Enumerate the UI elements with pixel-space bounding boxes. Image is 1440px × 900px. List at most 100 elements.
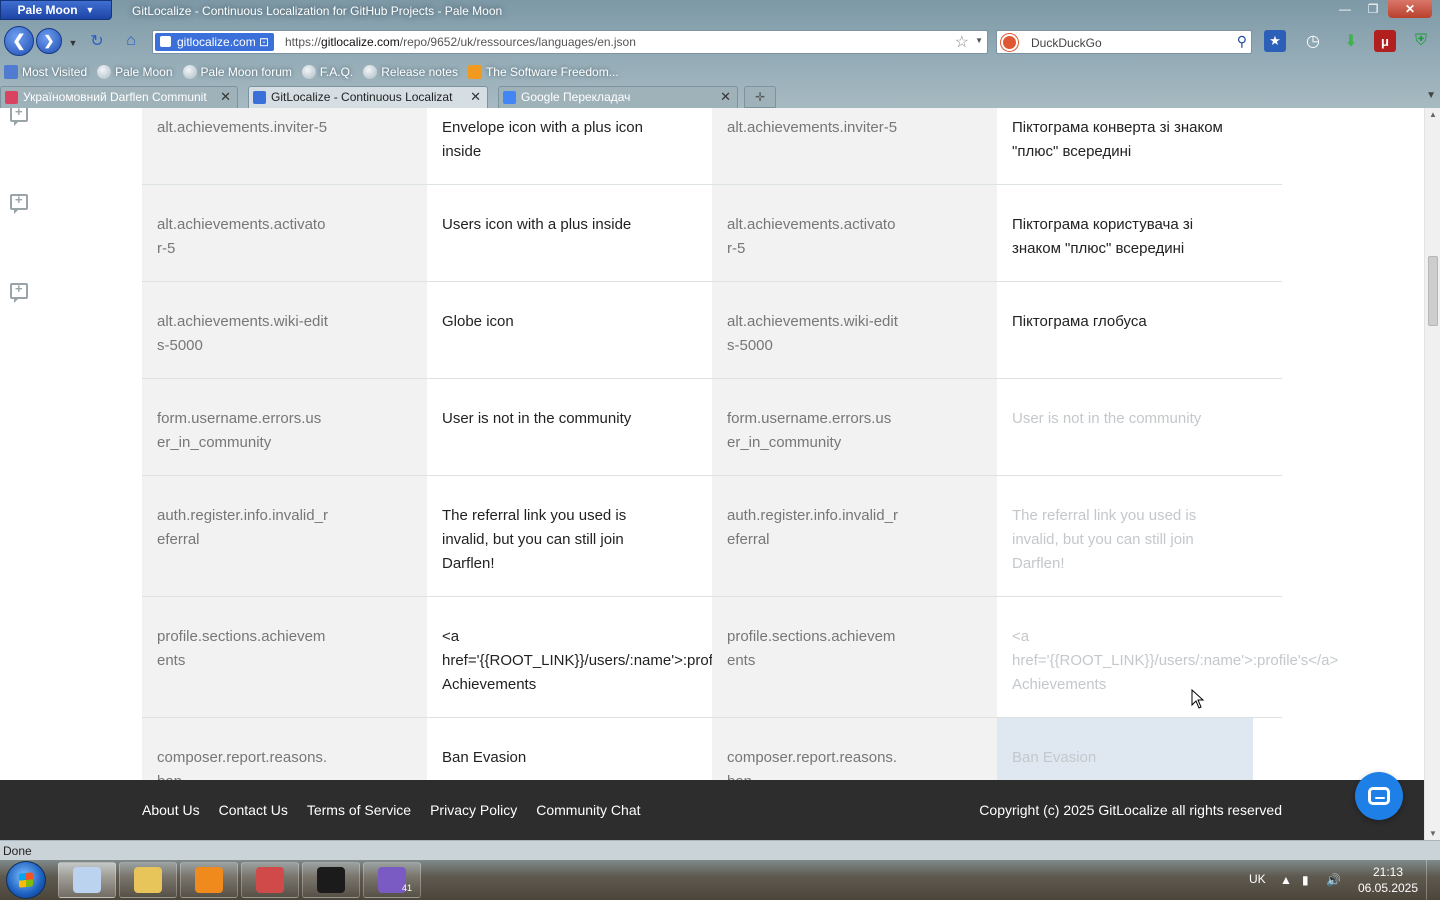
shield-icon[interactable]: ⛨: [1410, 30, 1432, 52]
url-path: /repo/9652/uk/ressources/languages/en.js…: [399, 35, 636, 49]
url-text[interactable]: https://gitlocalize.com/repo/9652/uk/res…: [285, 35, 636, 49]
network-icon[interactable]: ▮: [1302, 873, 1309, 887]
arrow-left-icon: ❮: [12, 33, 26, 50]
string-key-cell: form.username.errors.user_in_community: [712, 379, 997, 475]
translation-text-cell[interactable]: The referral link you used is invalid, b…: [997, 476, 1282, 596]
scroll-up-icon[interactable]: ▲: [1429, 110, 1437, 119]
translation-text-cell[interactable]: Піктограма глобуса: [997, 282, 1282, 378]
pale-moon-icon: [97, 65, 112, 79]
taskbar-app-moon-app[interactable]: 41: [363, 862, 421, 898]
arrow-right-icon: ❯: [43, 33, 55, 48]
translation-text-cell[interactable]: Піктограма користувача зі знаком "плюс" …: [997, 185, 1282, 281]
page-content: alt.achievements.inviter-5 Envelope icon …: [0, 108, 1424, 780]
minimize-button[interactable]: —: [1332, 0, 1358, 18]
home-icon[interactable]: ⌂: [120, 30, 142, 52]
bookmarks-star-icon[interactable]: ★: [1264, 30, 1286, 52]
string-key-cell: alt.achievements.inviter-5: [712, 108, 997, 184]
duckduckgo-icon[interactable]: [1001, 34, 1018, 51]
download-icon[interactable]: ⬇: [1340, 30, 1362, 52]
add-comment-icon[interactable]: [10, 281, 28, 303]
translation-text-cell[interactable]: Піктограма конверта зі знаком "плюс" все…: [997, 108, 1282, 184]
volume-icon[interactable]: 🔊: [1326, 873, 1341, 887]
close-window-button[interactable]: ✕: [1388, 0, 1432, 18]
tab-list-dropdown-icon[interactable]: ▼: [1426, 90, 1436, 101]
language-indicator[interactable]: UK: [1249, 872, 1266, 886]
reload-icon[interactable]: ↻: [86, 30, 108, 52]
scroll-down-icon[interactable]: ▼: [1429, 829, 1437, 838]
pale-moon-icon: [363, 65, 378, 79]
history-dropdown-icon[interactable]: ▼: [62, 32, 84, 54]
mouse-cursor-icon: [1191, 689, 1205, 709]
history-clock-icon[interactable]: ◷: [1302, 30, 1324, 52]
page-scrollbar[interactable]: ▲ ▼: [1424, 108, 1440, 840]
taskbar-app-media-player[interactable]: [180, 862, 238, 898]
forward-button[interactable]: ❯: [36, 28, 62, 54]
translation-text-cell[interactable]: User is not in the community: [997, 379, 1282, 475]
footer-links: About Us Contact Us Terms of Service Pri…: [142, 802, 641, 818]
bookmark-pale-moon[interactable]: Pale Moon: [97, 65, 173, 79]
url-domain: gitlocalize.com: [321, 35, 400, 49]
footer-link-about[interactable]: About Us: [142, 802, 200, 818]
back-button[interactable]: ❮: [4, 26, 34, 56]
file-explorer-icon: [134, 867, 162, 893]
string-key: auth.register.info.invalid_referral: [727, 507, 898, 548]
translation-text-cell[interactable]: <a href='{{ROOT_LINK}}/users/:name'>:pro…: [997, 597, 1338, 717]
footer-link-contact[interactable]: Contact Us: [219, 802, 288, 818]
taskbar-app-text-editor[interactable]: [302, 862, 360, 898]
bookmark-release-notes[interactable]: Release notes: [363, 65, 458, 79]
string-key-cell: alt.achievements.inviter-5: [142, 108, 427, 184]
source-text: User is not in the community: [442, 410, 632, 427]
navigation-bar: ❮ ❯ ▼ ↻ ⌂ gitlocalize.com ⊡ https://gitl…: [0, 26, 1440, 58]
taskbar-app-installer[interactable]: [241, 862, 299, 898]
table-row: alt.achievements.wiki-edits-5000 Globe ic…: [142, 282, 1282, 379]
app-menu-button[interactable]: Pale Moon ▼: [0, 0, 112, 20]
close-tab-icon[interactable]: ✕: [720, 87, 731, 107]
start-button[interactable]: [6, 861, 46, 899]
taskbar-app-file-explorer[interactable]: [119, 862, 177, 898]
site-footer: About Us Contact Us Terms of Service Pri…: [0, 780, 1424, 840]
search-icon[interactable]: ⚲: [1237, 33, 1247, 50]
string-key: auth.register.info.invalid_referral: [157, 507, 328, 548]
show-desktop-button[interactable]: [1426, 860, 1440, 900]
url-bar[interactable]: gitlocalize.com ⊡ https://gitlocalize.co…: [152, 30, 988, 54]
add-comment-icon[interactable]: [10, 192, 28, 214]
new-tab-button[interactable]: ✛: [744, 86, 776, 108]
bookmark-label: F.A.Q.: [319, 65, 354, 79]
clock[interactable]: 21:13 06.05.2025: [1356, 864, 1420, 896]
translation-text-cell[interactable]: Ban Evasion: [997, 718, 1253, 780]
string-key-cell: alt.achievements.wiki-edits-5000: [142, 282, 427, 378]
ublock-icon[interactable]: μ: [1374, 30, 1396, 52]
maximize-button[interactable]: ❐: [1360, 0, 1386, 18]
add-comment-icon[interactable]: [10, 108, 28, 126]
gitlocalize-favicon-icon: [253, 91, 266, 104]
pale-moon-icon: [182, 65, 197, 79]
bookmark-faq[interactable]: F.A.Q.: [301, 65, 354, 79]
tab-darflen-community[interactable]: Україномовний Darflen Communit ✕: [0, 86, 238, 108]
site-identity-button[interactable]: gitlocalize.com ⊡: [155, 33, 275, 51]
footer-link-community-chat[interactable]: Community Chat: [536, 802, 640, 818]
close-tab-icon[interactable]: ✕: [470, 87, 481, 107]
bookmark-software-freedom[interactable]: The Software Freedom...: [467, 65, 619, 79]
footer-link-privacy[interactable]: Privacy Policy: [430, 802, 517, 818]
tab-google-translate[interactable]: Google Перекладач ✕: [498, 86, 738, 108]
string-key: alt.achievements.activator-5: [157, 216, 326, 257]
pale-moon-icon: [301, 65, 316, 79]
bookmark-most-visited[interactable]: Most Visited: [4, 65, 87, 79]
bookmark-label: Release notes: [381, 65, 458, 79]
string-key-cell: alt.achievements.activator-5: [142, 185, 427, 281]
bookmark-pale-moon-forum[interactable]: Pale Moon forum: [182, 65, 292, 79]
search-input[interactable]: DuckDuckGo: [1031, 36, 1102, 50]
chat-launcher-button[interactable]: [1355, 772, 1403, 820]
footer-link-terms[interactable]: Terms of Service: [307, 802, 411, 818]
translation-text: The referral link you used is invalid, b…: [1012, 507, 1197, 572]
search-bar[interactable]: DuckDuckGo ⚲: [996, 30, 1252, 54]
bookmark-star-icon[interactable]: ☆: [955, 32, 969, 52]
url-dropdown-icon[interactable]: ▼: [975, 36, 983, 45]
close-tab-icon[interactable]: ✕: [220, 87, 231, 107]
source-text-cell: Ban Evasion: [427, 718, 712, 780]
tray-expand-icon[interactable]: ▲: [1280, 873, 1292, 887]
scrollbar-thumb[interactable]: [1428, 256, 1438, 326]
tab-gitlocalize[interactable]: GitLocalize - Continuous Localizat ✕: [248, 86, 488, 108]
string-key-cell: form.username.errors.user_in_community: [142, 379, 427, 475]
taskbar-app-pale-moon[interactable]: [58, 862, 116, 898]
